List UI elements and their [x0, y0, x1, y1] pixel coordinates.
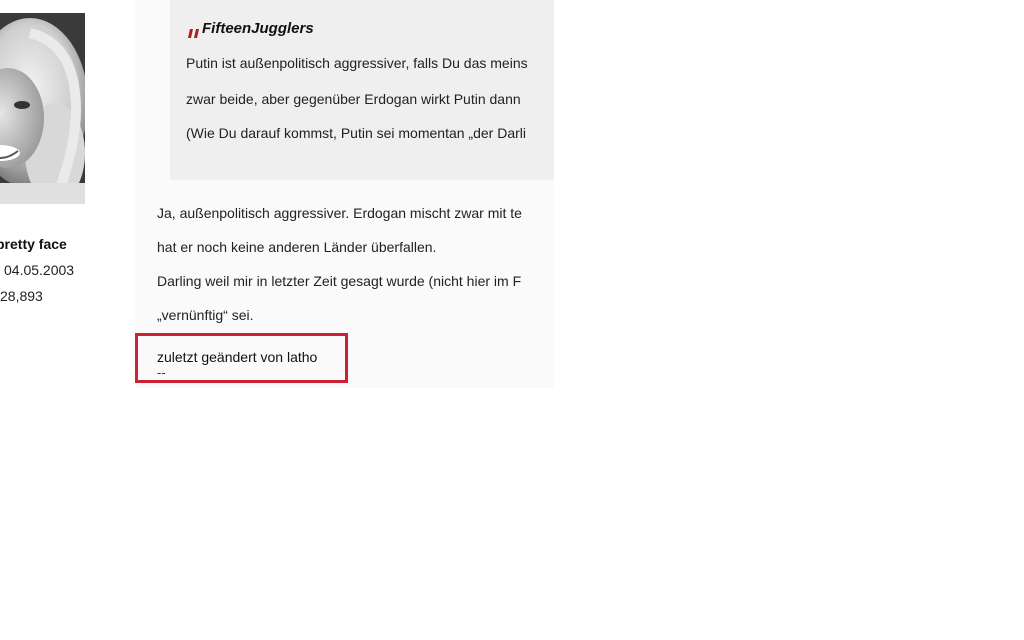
- quote-text-line: Putin ist außenpolitisch aggressiver, fa…: [186, 55, 528, 71]
- username-link[interactable]: o: [0, 207, 1, 225]
- quote-text-line: (Wie Du darauf kommst, Putin sei momenta…: [186, 125, 526, 141]
- signature-separator: --: [157, 365, 166, 380]
- post-text-line: hat er noch keine anderen Länder überfal…: [157, 239, 437, 255]
- quote-icon: [186, 25, 201, 39]
- user-rank-title: pretty face: [0, 236, 67, 252]
- quote-text-line: zwar beide, aber gegenüber Erdogan wirkt…: [186, 91, 521, 107]
- post-text-line: Darling weil mir in letzter Zeit gesagt …: [157, 273, 522, 289]
- last-edited-note: zuletzt geändert von latho: [157, 349, 318, 365]
- quote-block: FifteenJugglers Putin ist außenpolitisch…: [170, 0, 554, 180]
- user-panel: o pretty face 04.05.2003 28,893: [0, 0, 135, 388]
- user-post-count: 28,893: [0, 288, 43, 304]
- quote-author: FifteenJugglers: [202, 20, 314, 37]
- post-text-line: „vernünftig“ sei.: [157, 307, 254, 323]
- forum-post-viewport: o pretty face 04.05.2003 28,893 FifteenJ…: [0, 0, 554, 388]
- post-text-line: Ja, außenpolitisch aggressiver. Erdogan …: [157, 205, 522, 221]
- post-content: FifteenJugglers Putin ist außenpolitisch…: [135, 0, 554, 388]
- user-avatar[interactable]: [0, 13, 85, 204]
- quote-header: FifteenJugglers: [186, 20, 314, 39]
- avatar-photo-icon: [0, 13, 85, 204]
- user-join-date: 04.05.2003: [4, 262, 75, 278]
